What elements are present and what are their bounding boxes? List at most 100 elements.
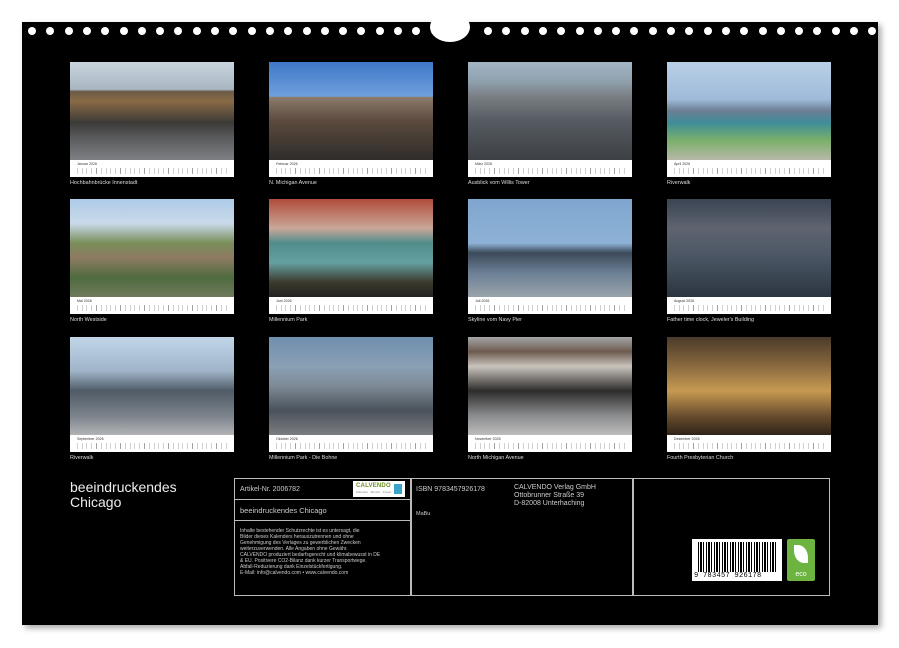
month-photo (269, 337, 433, 435)
day-ticks (674, 168, 826, 174)
binding-hole (704, 27, 712, 35)
month-photo (667, 337, 831, 435)
binding-hole (795, 27, 803, 35)
publisher-address: CALVENDO Verlag GmbHOttobrunner Straße 3… (514, 484, 596, 508)
calendar-strip: Februar 2026 (269, 160, 433, 177)
binding-hole (557, 27, 565, 35)
publisher-line: CALVENDO Verlag GmbH (514, 484, 596, 492)
month-photo (269, 62, 433, 160)
binding-hole (229, 27, 237, 35)
day-ticks (77, 168, 229, 174)
calendar-strip: Oktober 2026 (269, 435, 433, 452)
binding-hole (594, 27, 602, 35)
day-ticks (276, 168, 428, 174)
binding-hole (868, 27, 876, 35)
calendar-strip: Juni 2026 (269, 297, 433, 314)
binding-hole (394, 27, 402, 35)
month-photo (468, 337, 632, 435)
binding-hole (357, 27, 365, 35)
isbn: ISBN 9783457926178 (416, 486, 485, 493)
month-photo (468, 62, 632, 160)
binding-hole (759, 27, 767, 35)
photo-caption: Millennium Park (269, 317, 307, 323)
calendar-strip: November 2026 (468, 435, 632, 452)
leaf-icon (794, 545, 808, 563)
month-label: August 2026 (674, 299, 694, 303)
day-ticks (77, 443, 229, 449)
month-label: Mai 2026 (77, 299, 92, 303)
day-ticks (475, 443, 627, 449)
binding-hole (649, 27, 657, 35)
month-label: März 2026 (475, 162, 492, 166)
binding-hole (722, 27, 730, 35)
info-divider (234, 499, 410, 500)
calendar-name: beeindruckendes Chicago (240, 506, 327, 515)
photo-caption: Father time clock, Jeweler's Building (667, 317, 754, 323)
month-label: Oktober 2026 (276, 437, 298, 441)
day-ticks (475, 305, 627, 311)
barcode-bars-icon (698, 542, 778, 572)
binding-hole (174, 27, 182, 35)
binding-hole (138, 27, 146, 35)
photo-caption: N. Michigan Avenue (269, 180, 317, 186)
calendar-strip: Dezember 2026 (667, 435, 831, 452)
publisher-line: D-82008 Unterhaching (514, 500, 596, 508)
day-ticks (77, 305, 229, 311)
binding-hole (339, 27, 347, 35)
logo-tagline: Kalender · Bücher · Poster (356, 490, 392, 494)
binding-hole (46, 27, 54, 35)
eco-badge: eco (787, 539, 815, 581)
calendar-strip: August 2026 (667, 297, 831, 314)
photo-caption: North Michigan Avenue (468, 455, 524, 461)
month-photo (667, 199, 831, 297)
month-label: Februar 2026 (276, 162, 298, 166)
month-label: Januar 2026 (77, 162, 97, 166)
day-ticks (276, 443, 428, 449)
binding-hole (484, 27, 492, 35)
photo-caption: Hochbahnbrücke Innenstadt (70, 180, 137, 186)
month-photo (70, 62, 234, 160)
binding-hole (65, 27, 73, 35)
binding-hole (412, 27, 420, 35)
photo-caption: Millennium Park - Die Bohne (269, 455, 337, 461)
article-number: Artikel-Nr. 2006782 (240, 486, 300, 493)
info-divider-2 (234, 520, 410, 521)
binding-hole (539, 27, 547, 35)
calvendo-logo: CALVENDO Kalender · Bücher · Poster (353, 481, 405, 497)
calendar-strip: Januar 2026 (70, 160, 234, 177)
month-photo (269, 199, 433, 297)
month-photo (468, 199, 632, 297)
binding-hole (832, 27, 840, 35)
title-line-2: Chicago (70, 495, 177, 510)
photo-caption: Fourth Presbyterian Church (667, 455, 733, 461)
binding-hole (120, 27, 128, 35)
calendar-title: beeindruckendes Chicago (70, 480, 177, 510)
calendar-strip: März 2026 (468, 160, 632, 177)
binding-hole (576, 27, 584, 35)
month-label: September 2026 (77, 437, 104, 441)
day-ticks (674, 305, 826, 311)
hanger-notch (430, 12, 470, 42)
photo-caption: Skyline vom Navy Pier (468, 317, 522, 323)
binding-hole (521, 27, 529, 35)
day-ticks (674, 443, 826, 449)
format-code: MaBu (416, 511, 430, 517)
photo-caption: Riverwalk (667, 180, 690, 186)
legal-text: Inhalte bestehender Schutzrechte ist es … (240, 528, 380, 576)
binding-hole (685, 27, 693, 35)
month-label: November 2026 (475, 437, 501, 441)
calendar-strip: September 2026 (70, 435, 234, 452)
month-label: Juli 2026 (475, 299, 489, 303)
publisher-line: Ottobrunner Straße 39 (514, 492, 596, 500)
binding-hole (193, 27, 201, 35)
month-label: April 2026 (674, 162, 690, 166)
calendar-back-cover: Januar 2026 Hochbahnbrücke Innenstadt Febr… (22, 22, 878, 625)
title-line-1: beeindruckendes (70, 480, 177, 495)
barcode: 9 783457 926178 (692, 539, 782, 581)
binding-hole (83, 27, 91, 35)
month-photo (70, 337, 234, 435)
month-label: Juni 2026 (276, 299, 292, 303)
binding-hole (248, 27, 256, 35)
day-ticks (276, 305, 428, 311)
legal-line: E-Mail: info@calvendo.com • www.calvendo… (240, 570, 380, 576)
